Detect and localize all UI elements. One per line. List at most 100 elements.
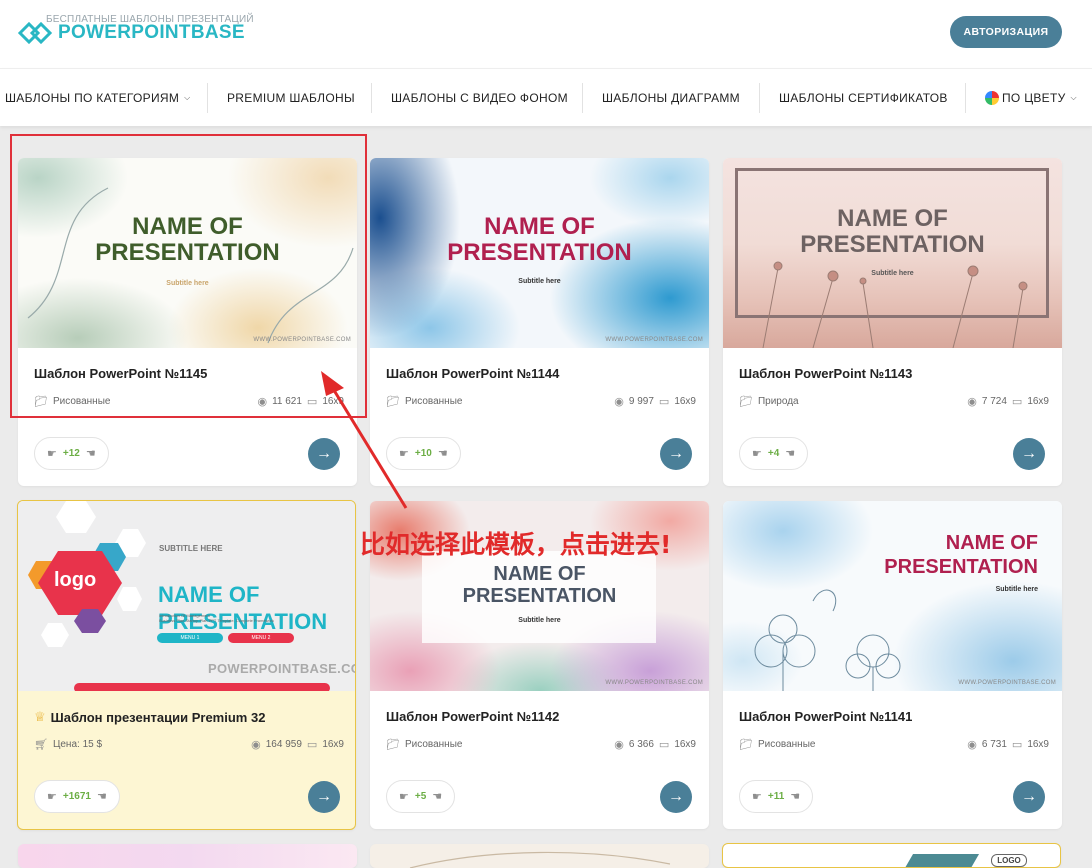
eye-icon: ◉: [967, 396, 977, 408]
slide-menu-button: MENU 1: [157, 633, 223, 643]
template-category[interactable]: Природа: [758, 396, 799, 407]
template-title[interactable]: Шаблон PowerPoint №1142: [386, 709, 559, 724]
thumbs-up-icon[interactable]: ☛: [47, 447, 57, 460]
monitor-icon: ▭: [658, 739, 670, 751]
template-card-partial[interactable]: [370, 844, 709, 868]
cart-icon: 🛒︎: [34, 739, 48, 751]
vote-widget: ☛ +5 ☚: [386, 780, 456, 813]
template-category[interactable]: Рисованные: [758, 739, 816, 750]
thumbs-up-icon[interactable]: ☛: [47, 790, 57, 803]
template-title[interactable]: Шаблон PowerPoint №1141: [739, 709, 912, 724]
eye-icon: ◉: [967, 739, 977, 751]
monitor-icon: ▭: [1011, 396, 1023, 408]
nav-item-certificates[interactable]: ШАБЛОНЫ СЕРТИФИКАТОВ: [779, 69, 948, 127]
template-title[interactable]: Шаблон PowerPoint №1144: [386, 366, 559, 381]
thumbs-down-icon[interactable]: ☚: [438, 447, 448, 460]
eye-icon: ◉: [614, 739, 624, 751]
thumbs-down-icon[interactable]: ☚: [432, 790, 442, 803]
template-card[interactable]: NAME OF PRESENTATION Subtitle here Шабло…: [723, 158, 1062, 486]
template-category[interactable]: Рисованные: [405, 739, 463, 750]
logo-text: POWERPOINTBASE: [58, 22, 245, 43]
slide-title: NAME OF PRESENTATION: [800, 205, 985, 259]
thumbs-up-icon[interactable]: ☛: [399, 790, 409, 803]
vote-count: +5: [414, 791, 427, 802]
open-template-button[interactable]: →: [660, 781, 692, 813]
view-count: 9 997: [628, 396, 654, 407]
slide-logo: logo: [54, 569, 97, 591]
template-title[interactable]: ♕ Шаблон презентации Premium 32: [34, 709, 265, 725]
watermark: WWW.POWERPOINTBASE.COM: [958, 680, 1056, 686]
slide-bar: [74, 683, 330, 691]
eye-icon: ◉: [251, 739, 261, 751]
template-title-text: Шаблон презентации Premium 32: [50, 709, 266, 725]
site-header: БЕСПЛАТНЫЕ ШАБЛОНЫ ПРЕЗЕНТАЦИЙ POWERPOIN…: [0, 0, 1092, 68]
open-template-button[interactable]: →: [660, 438, 692, 470]
aspect-ratio: 16x9: [674, 739, 696, 750]
thumbs-down-icon[interactable]: ☚: [86, 447, 96, 460]
nav-item-premium[interactable]: PREMIUM ШАБЛОНЫ: [227, 69, 355, 127]
slide-title: NAME OF PRESENTATION: [158, 556, 327, 635]
nav-divider: [582, 83, 583, 113]
nav-divider: [207, 83, 208, 113]
slide-menu-button: MENU 2: [228, 633, 294, 643]
template-card[interactable]: NAME OF PRESENTATION Subtitle here WWW.P…: [370, 158, 709, 486]
nav-item-by-color[interactable]: ПО ЦВЕТУ ⌵: [985, 69, 1077, 127]
aspect-ratio: 16x9: [674, 396, 696, 407]
nav-item-label: ШАБЛОНЫ ПО КАТЕГОРИЯМ: [5, 91, 180, 105]
watermark: WWW.POWERPOINTBASE.COM: [605, 337, 703, 343]
vote-count: +11: [767, 791, 785, 802]
monitor-icon: ▭: [658, 396, 670, 408]
nav-item-categories[interactable]: ШАБЛОНЫ ПО КАТЕГОРИЯМ ⌵: [5, 69, 191, 127]
arrow-right-icon: →: [1021, 445, 1037, 462]
nav-divider: [759, 83, 760, 113]
highlight-box: [10, 134, 367, 418]
view-count: 7 724: [981, 396, 1007, 407]
thumbs-down-icon[interactable]: ☚: [97, 790, 107, 803]
aspect-ratio: 16x9: [1027, 739, 1049, 750]
thumbs-up-icon[interactable]: ☛: [399, 447, 409, 460]
login-button[interactable]: АВТОРИЗАЦИЯ: [950, 16, 1062, 48]
slide-subtitle: Subtitle here: [871, 270, 914, 277]
monitor-icon: ▭: [1011, 739, 1023, 751]
open-template-button[interactable]: →: [308, 438, 340, 470]
arrow-right-icon: →: [316, 445, 332, 462]
template-thumbnail[interactable]: NAME OF PRESENTATION Subtitle here WWW.P…: [723, 501, 1062, 691]
site-logo[interactable]: БЕСПЛАТНЫЕ ШАБЛОНЫ ПРЕЗЕНТАЦИЙ POWERPOIN…: [18, 14, 278, 54]
logo-diamond-icon: [18, 22, 53, 44]
template-card[interactable]: NAME OF PRESENTATION Subtitle here WWW.P…: [723, 501, 1062, 829]
template-thumbnail[interactable]: logo SUBTITLE HERE NAME OF PRESENTATION …: [18, 501, 355, 691]
view-count: 164 959: [265, 739, 302, 750]
template-thumbnail[interactable]: NAME OF PRESENTATION Subtitle here: [723, 158, 1062, 348]
slide-title: NAME OF PRESENTATION: [447, 213, 632, 267]
open-template-button[interactable]: →: [1013, 781, 1045, 813]
aspect-ratio: 16x9: [1027, 396, 1049, 407]
thumbs-up-icon[interactable]: ☛: [752, 790, 762, 803]
main-nav: ШАБЛОНЫ ПО КАТЕГОРИЯМ ⌵ PREMIUM ШАБЛОНЫ …: [0, 68, 1092, 126]
template-thumbnail[interactable]: NAME OF PRESENTATION Subtitle here WWW.P…: [370, 158, 709, 348]
thumbs-down-icon[interactable]: ☚: [790, 790, 800, 803]
slide-shape: [904, 854, 980, 867]
template-title[interactable]: Шаблон PowerPoint №1143: [739, 366, 912, 381]
folder-icon: 📁︎: [739, 739, 753, 751]
template-card-partial[interactable]: [18, 844, 357, 868]
eye-icon: ◉: [614, 396, 624, 408]
chevron-down-icon: ⌵: [184, 93, 191, 102]
premium-template-card-partial[interactable]: LOGO: [722, 843, 1061, 868]
vote-widget: ☛ +10 ☚: [386, 437, 461, 470]
arrow-right-icon: →: [668, 445, 684, 462]
thumbs-up-icon[interactable]: ☛: [752, 447, 762, 460]
slide-title-text: NAME OF PRESENTATION: [158, 582, 328, 634]
open-template-button[interactable]: →: [308, 781, 340, 813]
annotation-text: 比如选择此模板，点击进去!: [360, 530, 672, 559]
open-template-button[interactable]: →: [1013, 438, 1045, 470]
nav-item-diagrams[interactable]: ШАБЛОНЫ ДИАГРАММ: [602, 69, 740, 127]
template-category[interactable]: Рисованные: [405, 396, 463, 407]
monitor-icon: ▭: [306, 739, 318, 751]
premium-template-card[interactable]: logo SUBTITLE HERE NAME OF PRESENTATION …: [17, 500, 356, 830]
aspect-ratio: 16x9: [322, 739, 344, 750]
thumbs-down-icon[interactable]: ☚: [785, 447, 795, 460]
nav-item-video[interactable]: ШАБЛОНЫ С ВИДЕО ФОНОМ: [391, 69, 568, 127]
flower-decor-icon: [754, 589, 901, 691]
vote-count: +4: [767, 448, 780, 459]
folder-icon: 📁︎: [386, 396, 400, 408]
